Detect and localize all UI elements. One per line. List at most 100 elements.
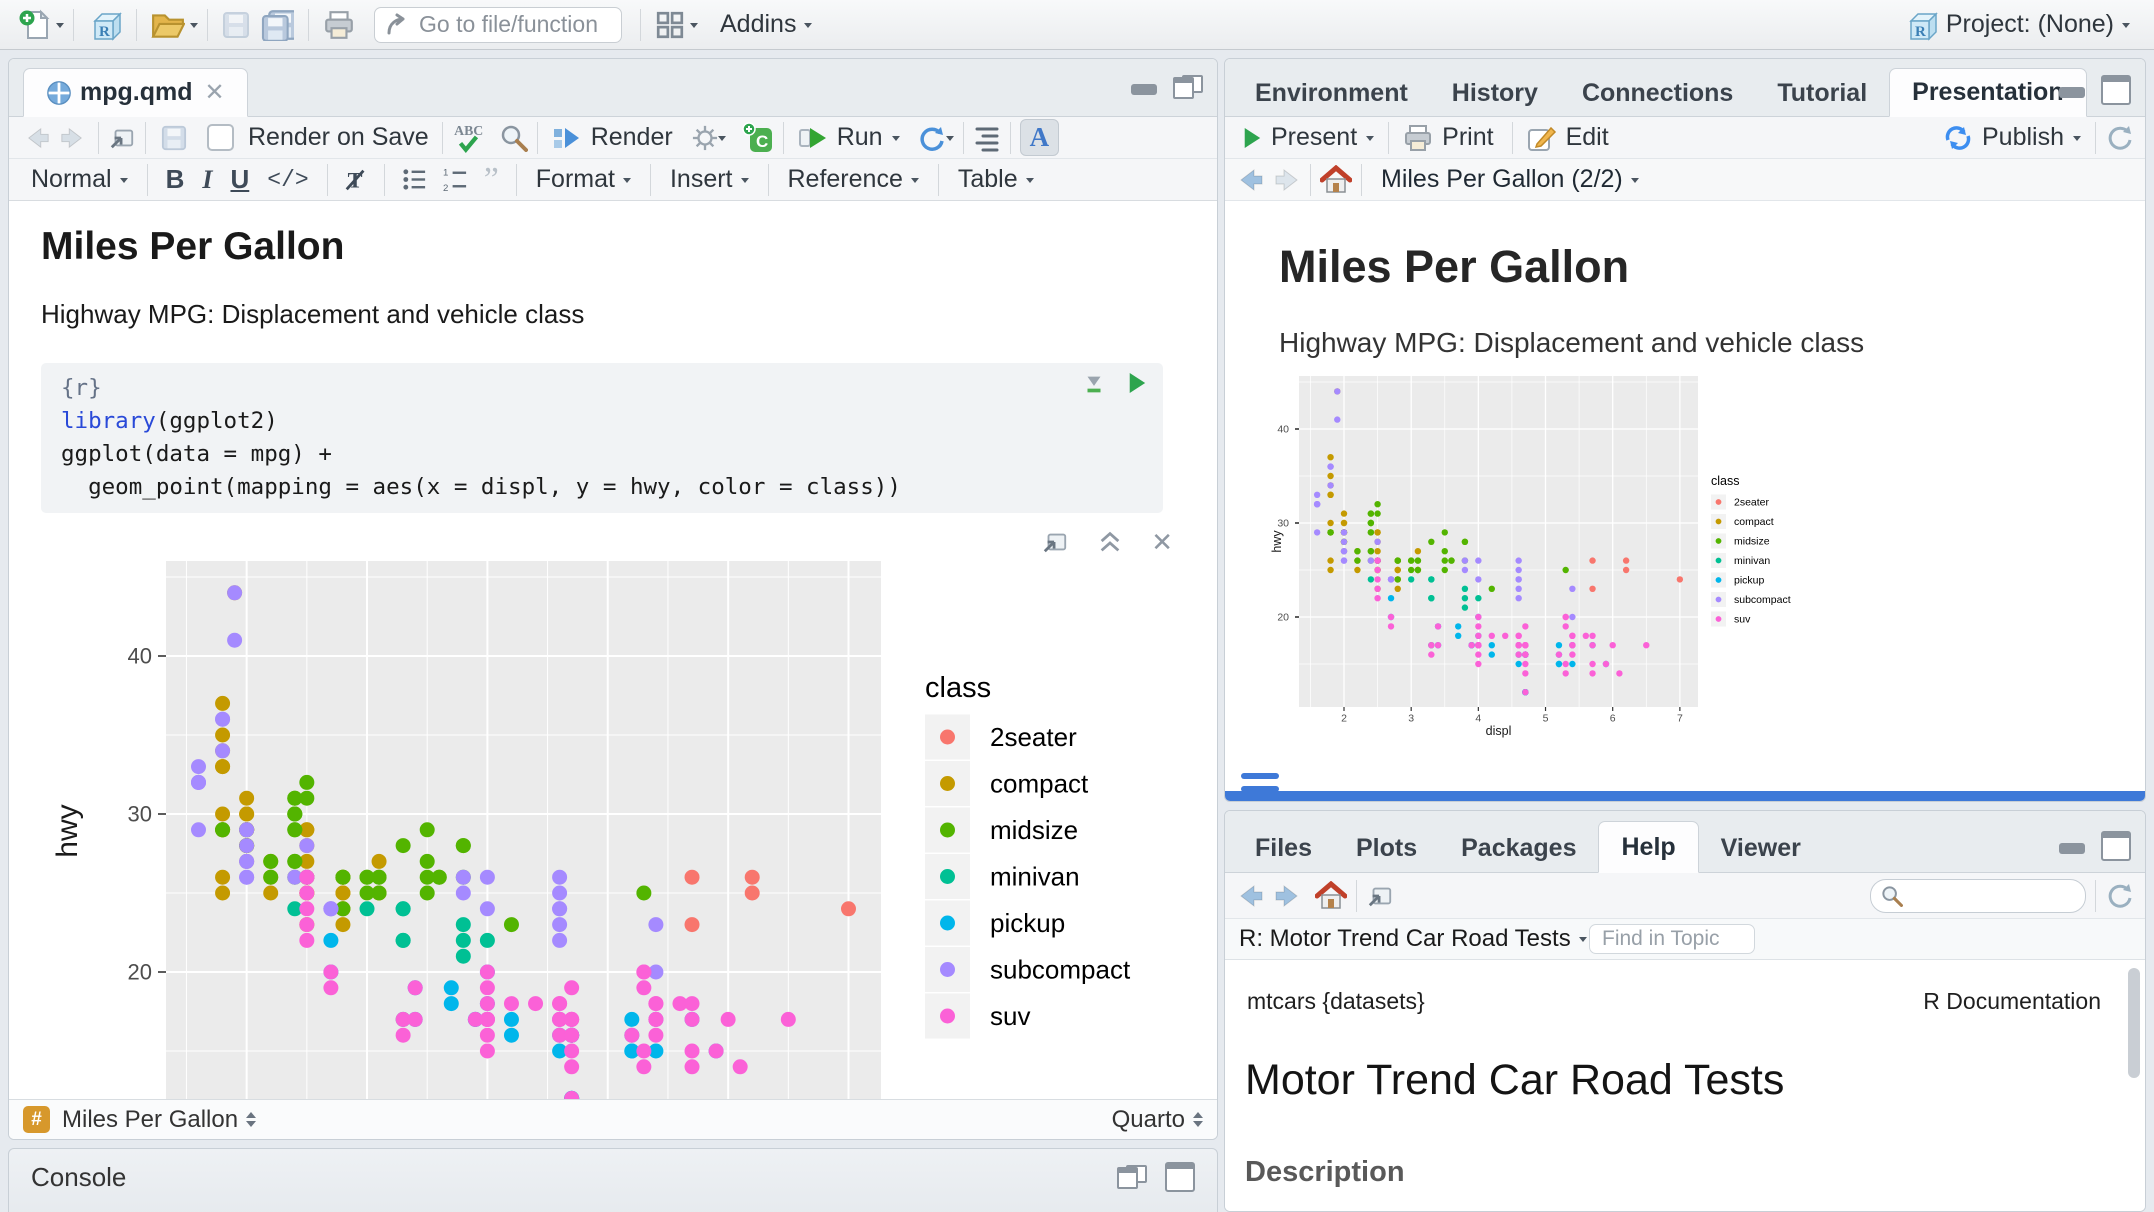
chunk-code[interactable]: {r}library(ggplot2)ggplot(data = mpg) + … bbox=[61, 372, 1143, 504]
slide-forward-icon[interactable] bbox=[1273, 166, 1301, 194]
help-forward-icon[interactable] bbox=[1273, 882, 1301, 910]
numbered-list-icon[interactable] bbox=[442, 166, 469, 193]
present-button[interactable]: Present bbox=[1242, 123, 1374, 152]
refresh-presentation-icon[interactable] bbox=[2105, 124, 2133, 152]
help-refresh-icon[interactable] bbox=[2105, 882, 2133, 910]
console-maximize-icon[interactable] bbox=[1165, 1162, 1195, 1192]
show-in-new-window-icon[interactable] bbox=[108, 125, 136, 151]
code-button[interactable]: </> bbox=[267, 167, 308, 193]
output-show-in-window-icon[interactable] bbox=[1041, 529, 1069, 555]
addins-grid-button[interactable] bbox=[655, 10, 685, 40]
open-recent-dropdown[interactable] bbox=[190, 23, 198, 32]
reference-menu[interactable]: Reference bbox=[788, 165, 919, 194]
save-all-button[interactable] bbox=[260, 9, 294, 41]
help-show-in-window-icon[interactable] bbox=[1366, 883, 1394, 909]
help-search-input[interactable] bbox=[1909, 882, 2078, 910]
find-replace-icon[interactable] bbox=[500, 124, 528, 152]
run-button[interactable]: Run bbox=[798, 123, 887, 152]
tab-plots[interactable]: Plots bbox=[1334, 823, 1439, 873]
tab-environment[interactable]: Environment bbox=[1233, 70, 1430, 117]
slide-selector[interactable]: Miles Per Gallon (2/2) bbox=[1381, 165, 1639, 194]
tab-presentation[interactable]: Presentation bbox=[1889, 68, 2086, 117]
addins-grid-dropdown[interactable] bbox=[690, 23, 698, 32]
close-tab-icon[interactable]: ✕ bbox=[205, 78, 225, 107]
run-all-above-icon[interactable] bbox=[1081, 371, 1107, 397]
clear-output-icon[interactable]: ✕ bbox=[1151, 532, 1173, 552]
blockquote-icon[interactable]: ” bbox=[484, 170, 499, 190]
statusbar-section[interactable]: Miles Per Gallon bbox=[62, 1106, 238, 1134]
run-dropdown[interactable] bbox=[892, 136, 900, 145]
tab-tutorial[interactable]: Tutorial bbox=[1755, 70, 1889, 117]
bold-button[interactable]: B bbox=[166, 164, 185, 195]
home-slide-icon[interactable] bbox=[1320, 165, 1352, 195]
open-file-button[interactable] bbox=[151, 10, 185, 40]
minimize-icon[interactable] bbox=[2059, 80, 2085, 100]
tab-history[interactable]: History bbox=[1430, 70, 1560, 117]
minimize-icon[interactable] bbox=[2059, 836, 2085, 856]
code-chunk[interactable]: {r}library(ggplot2)ggplot(data = mpg) + … bbox=[41, 363, 1163, 513]
help-scrollbar[interactable] bbox=[2128, 968, 2140, 1078]
run-chunk-icon[interactable] bbox=[1127, 371, 1147, 395]
rerun-icon[interactable] bbox=[916, 124, 946, 152]
new-file-dropdown[interactable] bbox=[56, 23, 64, 32]
save-doc-icon[interactable] bbox=[161, 125, 187, 151]
insert-menu[interactable]: Insert bbox=[670, 165, 749, 194]
console-restore-icon[interactable] bbox=[1117, 1165, 1147, 1189]
publish-button[interactable]: Publish bbox=[1943, 123, 2081, 152]
edit-presentation-button[interactable]: Edit bbox=[1527, 123, 1613, 152]
render-on-save-checkbox[interactable] bbox=[207, 124, 234, 151]
goto-file-input[interactable] bbox=[417, 8, 611, 42]
print-presentation-button[interactable]: Print bbox=[1403, 123, 1497, 152]
forward-icon[interactable] bbox=[59, 125, 85, 151]
spellcheck-icon[interactable] bbox=[452, 122, 486, 154]
goto-file-search[interactable] bbox=[374, 7, 622, 43]
print-button[interactable] bbox=[323, 10, 355, 40]
editor-content[interactable]: Miles Per Gallon Highway MPG: Displaceme… bbox=[9, 201, 1217, 1101]
tab-mpg-qmd[interactable]: mpg.qmd ✕ bbox=[23, 68, 248, 117]
help-back-icon[interactable] bbox=[1237, 882, 1265, 910]
tab-connections[interactable]: Connections bbox=[1560, 70, 1755, 117]
statusbar-mode[interactable]: Quarto bbox=[1112, 1106, 1185, 1134]
help-home-icon[interactable] bbox=[1315, 881, 1347, 911]
table-menu[interactable]: Table bbox=[958, 165, 1034, 194]
render-settings-gear-icon[interactable] bbox=[692, 125, 718, 151]
slide-back-icon[interactable] bbox=[1237, 166, 1265, 194]
italic-button[interactable]: I bbox=[202, 165, 212, 195]
project-menu[interactable]: Project: (None) bbox=[1904, 9, 2130, 41]
visual-editor-toggle[interactable]: A bbox=[1020, 119, 1060, 156]
tab-packages[interactable]: Packages bbox=[1439, 823, 1598, 873]
maximize-icon[interactable] bbox=[2101, 831, 2131, 861]
presentation-progress-bar bbox=[1225, 791, 2145, 801]
help-content[interactable]: mtcars {datasets} R Documentation Motor … bbox=[1225, 960, 2145, 1212]
section-selector-icon[interactable] bbox=[246, 1107, 256, 1132]
tab-help[interactable]: Help bbox=[1598, 821, 1698, 873]
minimize-icon[interactable] bbox=[1131, 77, 1157, 97]
render-button[interactable]: Render bbox=[552, 123, 677, 152]
help-search-box[interactable] bbox=[1870, 879, 2086, 913]
collapse-output-icon[interactable] bbox=[1097, 529, 1123, 555]
slide-menu-icon[interactable] bbox=[1241, 773, 1279, 793]
help-topic-selector[interactable]: R: Motor Trend Car Road Tests bbox=[1239, 925, 1587, 953]
bullet-list-icon[interactable] bbox=[401, 166, 428, 193]
maximize-icon[interactable] bbox=[1173, 75, 1203, 99]
maximize-icon[interactable] bbox=[2101, 75, 2131, 105]
outline-icon[interactable] bbox=[973, 124, 1001, 152]
format-menu[interactable]: Format bbox=[536, 165, 631, 194]
new-file-button[interactable] bbox=[19, 9, 51, 41]
new-project-button[interactable] bbox=[88, 9, 122, 41]
mode-selector-icon[interactable] bbox=[1193, 1107, 1203, 1132]
tab-viewer[interactable]: Viewer bbox=[1699, 823, 1823, 873]
rerun-dropdown[interactable] bbox=[946, 136, 954, 145]
save-button[interactable] bbox=[222, 11, 250, 39]
back-icon[interactable] bbox=[25, 125, 51, 151]
slide-viewport[interactable]: Miles Per Gallon Highway MPG: Displaceme… bbox=[1225, 201, 2145, 793]
underline-button[interactable]: U bbox=[230, 164, 249, 195]
paragraph-style-menu[interactable]: Normal bbox=[31, 165, 128, 194]
addins-menu[interactable]: Addins bbox=[720, 10, 812, 39]
console-header[interactable]: Console bbox=[9, 1149, 1217, 1205]
find-in-topic-input[interactable] bbox=[1589, 924, 1755, 954]
render-settings-dropdown[interactable] bbox=[718, 136, 726, 145]
tab-files[interactable]: Files bbox=[1233, 823, 1334, 873]
clear-formatting-icon[interactable] bbox=[343, 167, 369, 193]
insert-chunk-icon[interactable] bbox=[742, 122, 774, 154]
